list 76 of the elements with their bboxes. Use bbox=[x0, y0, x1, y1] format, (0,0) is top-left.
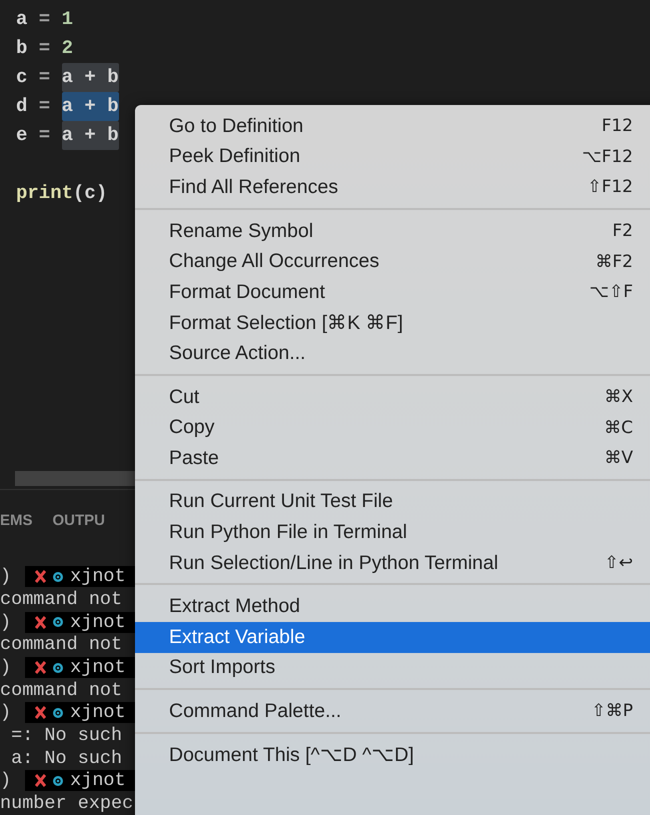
shortcut-text: ⇧⌘P bbox=[592, 701, 633, 722]
panel-tab[interactable]: OUTPU bbox=[52, 512, 106, 530]
code-token: print bbox=[16, 181, 74, 206]
menu-item[interactable]: Rename Symbol F2 bbox=[135, 216, 650, 246]
menu-item[interactable]: Run Python File in Terminal bbox=[135, 517, 650, 548]
terminal-text: command not bbox=[0, 680, 122, 701]
terminal-text: command not bbox=[0, 634, 122, 656]
menu-item[interactable]: Run Current Unit Test File bbox=[135, 486, 650, 518]
terminal-text: =: No such bbox=[10, 725, 122, 746]
shortcut-text: ⌥⇧F bbox=[589, 282, 633, 302]
cross-icon bbox=[35, 706, 46, 720]
code-token: = bbox=[38, 65, 52, 90]
code-token: a + b bbox=[62, 92, 119, 121]
target-icon bbox=[52, 706, 64, 719]
menu-item[interactable]: Peek Definition ⌥F12 bbox=[135, 142, 650, 172]
cross-icon bbox=[35, 774, 46, 788]
code-token: = bbox=[38, 36, 52, 61]
prompt-text: xjnot bbox=[70, 612, 126, 633]
menu-item[interactable]: Cut ⌘X bbox=[135, 382, 650, 412]
shortcut-text: ⇧F12 bbox=[587, 177, 633, 198]
menu-item[interactable]: Source Action... bbox=[135, 338, 650, 369]
terminal-text: command not bbox=[0, 588, 122, 610]
terminal-text: number expec bbox=[0, 793, 134, 814]
menu-item[interactable]: Paste ⌘V bbox=[135, 442, 650, 474]
prompt-text: xjnot bbox=[70, 566, 126, 588]
menu-item[interactable]: Command Palette... ⇧⌘P bbox=[135, 696, 650, 727]
shortcut-text: F2 bbox=[612, 221, 633, 242]
target-icon bbox=[52, 774, 64, 787]
code-token: e bbox=[16, 123, 28, 148]
menu-item[interactable]: Extract Variable bbox=[135, 622, 650, 652]
prompt-text: xjnot bbox=[70, 770, 126, 792]
menu-item[interactable]: Document This [^⌥D ^⌥D] bbox=[135, 740, 650, 770]
shortcut-text: ⌘F2 bbox=[595, 252, 633, 272]
menu-item[interactable]: Format Selection [⌘K ⌘F] bbox=[135, 308, 650, 338]
shortcut-text: ⌥F12 bbox=[582, 146, 633, 167]
code-token: = bbox=[38, 123, 52, 148]
menu-item[interactable]: Change All Occurrences ⌘F2 bbox=[135, 246, 650, 277]
menu-item[interactable]: Go to Definition F12 bbox=[135, 111, 650, 142]
target-icon bbox=[52, 616, 64, 628]
target-icon bbox=[52, 570, 64, 583]
code-token: a bbox=[16, 7, 28, 32]
code-token: 2 bbox=[62, 36, 74, 61]
menu-item[interactable]: Run Selection/Line in Python Terminal ⇧↩ bbox=[135, 548, 650, 578]
code-token: a + b bbox=[62, 63, 119, 92]
code-token: = bbox=[38, 7, 52, 32]
shortcut-text: ⌘C bbox=[604, 418, 633, 438]
cross-icon bbox=[35, 661, 46, 674]
scrollbar[interactable] bbox=[15, 470, 135, 486]
terminal-text: a: No such bbox=[10, 748, 122, 769]
shortcut-text: ⇧↩ bbox=[604, 553, 633, 574]
code-token: 1 bbox=[62, 7, 74, 32]
menu-item[interactable]: Find All References ⇧F12 bbox=[135, 172, 650, 203]
code-token: (c) bbox=[73, 181, 108, 206]
menu-item[interactable]: Extract Method bbox=[135, 591, 650, 622]
code-token: = bbox=[38, 94, 52, 119]
target-icon bbox=[52, 662, 64, 674]
terminal-text: ) bbox=[0, 566, 12, 588]
prompt-text: xjnot bbox=[70, 657, 126, 678]
terminal-text: ) bbox=[0, 702, 12, 724]
shortcut-text: F12 bbox=[602, 116, 633, 136]
cross-icon bbox=[35, 616, 46, 629]
menu-item[interactable]: Sort Imports bbox=[135, 652, 650, 684]
terminal-text: ) bbox=[0, 612, 12, 633]
shortcut-text: ⌘V bbox=[604, 448, 633, 468]
code-token: d bbox=[16, 94, 28, 119]
menu-item[interactable]: Format Document ⌥⇧F bbox=[135, 276, 650, 308]
shortcut-text: ⌘X bbox=[604, 387, 633, 408]
terminal-text: ) bbox=[0, 770, 12, 792]
code-token: c bbox=[16, 65, 28, 90]
code-token: a + b bbox=[62, 121, 119, 150]
panel-tab[interactable]: EMS bbox=[0, 512, 33, 530]
code-token: b bbox=[16, 36, 28, 61]
cross-icon bbox=[35, 570, 46, 584]
menu-item[interactable]: Copy ⌘C bbox=[135, 412, 650, 443]
terminal-text: ) bbox=[0, 657, 12, 678]
prompt-text: xjnot bbox=[70, 702, 126, 724]
